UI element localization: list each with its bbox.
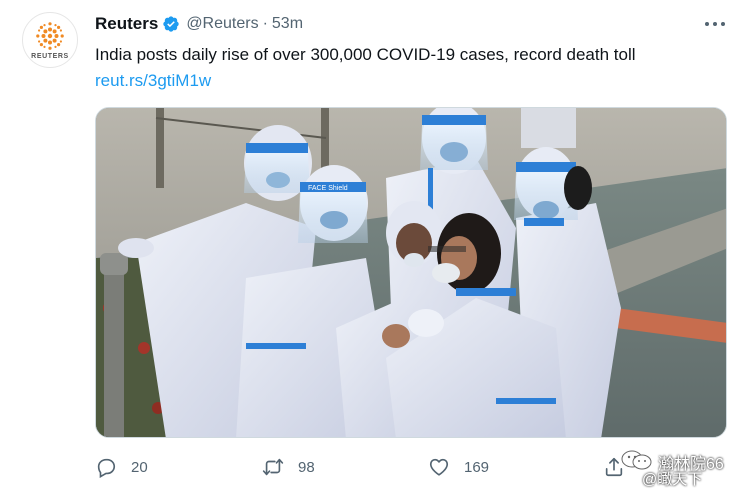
tweet-link[interactable]: reut.rs/3gtiM1w (95, 70, 211, 92)
account-name[interactable]: Reuters (95, 14, 158, 34)
like-button[interactable]: 169 (428, 452, 489, 482)
tweet-text: India posts daily rise of over 300,000 C… (95, 45, 636, 64)
more-icon[interactable] (703, 16, 727, 32)
tweet: REUTERS Reuters @Reuters · 53m India pos… (0, 0, 756, 492)
like-count: 169 (464, 458, 490, 476)
verified-badge-icon (162, 15, 180, 33)
reply-icon (97, 458, 116, 478)
retweet-icon (262, 458, 284, 476)
shield-label: FACE Shield (308, 185, 348, 192)
tweet-header: Reuters @Reuters · 53m (95, 13, 303, 35)
account-handle[interactable]: @Reuters (186, 15, 258, 33)
tweet-photo[interactable]: FACE Shield (95, 107, 727, 438)
share-button[interactable] (603, 452, 625, 482)
more-dot (721, 22, 725, 26)
reply-button[interactable]: 20 (95, 452, 148, 482)
retweet-button[interactable]: 98 (262, 452, 315, 482)
reuters-logo-icon (36, 21, 64, 50)
retweet-count: 98 (298, 458, 315, 476)
avatar-wordmark: REUTERS (31, 52, 69, 60)
heart-icon (429, 458, 449, 476)
tweet-actions: 20 98 169 (95, 452, 735, 482)
share-icon (605, 457, 623, 477)
avatar[interactable]: REUTERS (22, 12, 78, 68)
more-dot (705, 22, 709, 26)
reply-count: 20 (131, 458, 148, 476)
more-dot (713, 22, 717, 26)
tweet-timestamp[interactable]: 53m (272, 15, 303, 33)
photo-scene: FACE Shield (96, 108, 726, 437)
header-separator: · (262, 15, 268, 32)
